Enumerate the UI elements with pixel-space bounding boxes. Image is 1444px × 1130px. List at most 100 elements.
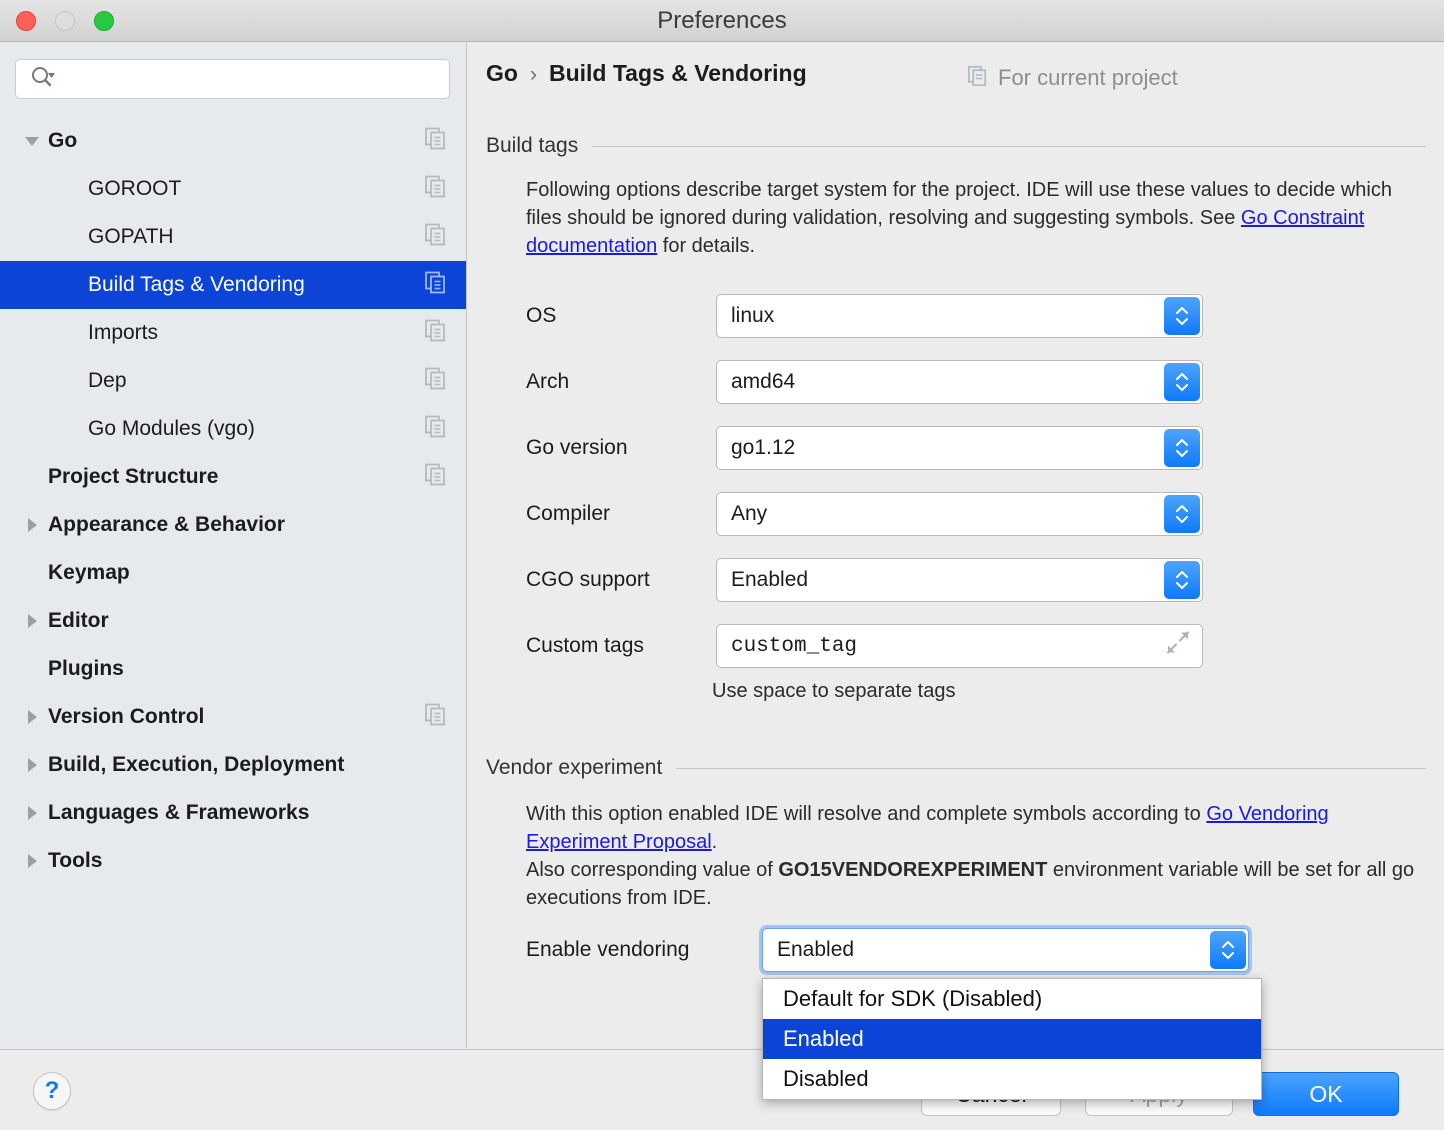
go-version-label: Go version bbox=[526, 436, 716, 460]
sidebar-item-label: Go bbox=[48, 129, 77, 153]
sidebar-item-version-control[interactable]: Version Control bbox=[0, 693, 467, 741]
field-row-os: OS linux bbox=[526, 294, 1203, 338]
enable-vendoring-dropdown-menu[interactable]: Default for SDK (Disabled)EnabledDisable… bbox=[762, 978, 1262, 1100]
field-row-custom-tags: Custom tags custom_tag bbox=[526, 624, 1203, 668]
copy-settings-icon[interactable] bbox=[425, 415, 447, 444]
sidebar-item-build-tags-vendoring[interactable]: Build Tags & Vendoring bbox=[0, 261, 467, 309]
expand-icon[interactable] bbox=[1166, 631, 1190, 662]
ok-button[interactable]: OK bbox=[1253, 1072, 1399, 1116]
compiler-value: Any bbox=[731, 502, 767, 526]
sidebar-item-label: Plugins bbox=[48, 657, 124, 681]
chevron-right-icon[interactable] bbox=[22, 853, 42, 869]
group-divider bbox=[592, 146, 1426, 147]
help-button[interactable]: ? bbox=[33, 1072, 71, 1110]
copy-settings-icon[interactable] bbox=[425, 175, 447, 204]
chevron-down-icon[interactable] bbox=[22, 134, 42, 148]
sidebar-item-gopath[interactable]: GOPATH bbox=[0, 213, 467, 261]
arch-label: Arch bbox=[526, 370, 716, 394]
settings-sidebar: Go GOROOT GOPATH Build Tags & Vendoring Impo… bbox=[0, 42, 467, 1048]
sidebar-item-editor[interactable]: Editor bbox=[0, 597, 467, 645]
build-tags-group-header: Build tags bbox=[486, 134, 1426, 158]
enable-vendoring-combobox[interactable]: Enabled bbox=[762, 928, 1249, 972]
sidebar-item-label: Editor bbox=[48, 609, 109, 633]
sidebar-item-go[interactable]: Go bbox=[0, 117, 467, 165]
preferences-window: Preferences GoGOROOTGOPATHBuild Tags & V… bbox=[0, 0, 1444, 1130]
chevron-right-icon[interactable] bbox=[22, 613, 42, 629]
sidebar-item-dep[interactable]: Dep bbox=[0, 357, 467, 405]
compiler-stepper-icon[interactable] bbox=[1164, 495, 1200, 533]
compiler-label: Compiler bbox=[526, 502, 716, 526]
scope-indicator: For current project bbox=[968, 64, 1178, 92]
field-row-arch: Arch amd64 bbox=[526, 360, 1203, 404]
sidebar-item-go-modules-vgo[interactable]: Go Modules (vgo) bbox=[0, 405, 467, 453]
copy-settings-icon[interactable] bbox=[425, 367, 447, 396]
group-divider-2 bbox=[676, 768, 1426, 769]
breadcrumb-root[interactable]: Go bbox=[486, 60, 518, 87]
sidebar-item-label: Go Modules (vgo) bbox=[88, 417, 255, 441]
sidebar-item-goroot[interactable]: GOROOT bbox=[0, 165, 467, 213]
cgo-support-stepper-icon[interactable] bbox=[1164, 561, 1200, 599]
search-icon bbox=[30, 66, 56, 93]
copy-settings-icon[interactable] bbox=[425, 703, 447, 732]
os-combobox[interactable]: linux bbox=[716, 294, 1203, 338]
sidebar-item-label: Appearance & Behavior bbox=[48, 513, 285, 537]
copy-settings-icon[interactable] bbox=[425, 463, 447, 492]
description-text-2: for details. bbox=[657, 235, 755, 257]
search-box[interactable] bbox=[15, 59, 450, 99]
sidebar-item-imports[interactable]: Imports bbox=[0, 309, 467, 357]
vendor-env-var-name: GO15VENDOREXPERIMENT bbox=[778, 859, 1047, 881]
sidebar-item-languages-frameworks[interactable]: Languages & Frameworks bbox=[0, 789, 467, 837]
copy-settings-icon[interactable] bbox=[425, 271, 447, 300]
sidebar-item-build-execution-deployment[interactable]: Build, Execution, Deployment bbox=[0, 741, 467, 789]
cgo-support-label: CGO support bbox=[526, 568, 716, 592]
vendor-experiment-group-header: Vendor experiment bbox=[486, 756, 1426, 780]
project-scope-icon bbox=[968, 64, 988, 92]
breadcrumb-leaf: Build Tags & Vendoring bbox=[549, 60, 807, 87]
compiler-combobox[interactable]: Any bbox=[716, 492, 1203, 536]
dropdown-option[interactable]: Default for SDK (Disabled) bbox=[763, 979, 1261, 1019]
field-row-cgo-support: CGO support Enabled bbox=[526, 558, 1203, 602]
sidebar-item-label: Keymap bbox=[48, 561, 130, 585]
os-label: OS bbox=[526, 304, 716, 328]
sidebar-item-appearance-behavior[interactable]: Appearance & Behavior bbox=[0, 501, 467, 549]
build-tags-group-title: Build tags bbox=[486, 134, 578, 158]
sidebar-item-label: Dep bbox=[88, 369, 127, 393]
sidebar-item-label: GOROOT bbox=[88, 177, 181, 201]
enable-vendoring-stepper-icon[interactable] bbox=[1210, 931, 1246, 969]
custom-tags-input[interactable]: custom_tag bbox=[716, 624, 1203, 668]
sidebar-item-tools[interactable]: Tools bbox=[0, 837, 467, 885]
chevron-right-icon[interactable] bbox=[22, 517, 42, 533]
copy-settings-icon[interactable] bbox=[425, 223, 447, 252]
custom-tags-label: Custom tags bbox=[526, 634, 716, 658]
sidebar-item-project-structure[interactable]: Project Structure bbox=[0, 453, 467, 501]
arch-stepper-icon[interactable] bbox=[1164, 363, 1200, 401]
sidebar-item-label: Project Structure bbox=[48, 465, 218, 489]
cgo-support-combobox[interactable]: Enabled bbox=[716, 558, 1203, 602]
search-input[interactable] bbox=[62, 69, 432, 89]
dropdown-option[interactable]: Disabled bbox=[763, 1059, 1261, 1099]
sidebar-item-label: Tools bbox=[48, 849, 102, 873]
field-row-go-version: Go version go1.12 bbox=[526, 426, 1203, 470]
vendor-desc-c: Also corresponding value of bbox=[526, 859, 778, 881]
enable-vendoring-label: Enable vendoring bbox=[526, 938, 762, 962]
go-version-combobox[interactable]: go1.12 bbox=[716, 426, 1203, 470]
sidebar-item-label: Build Tags & Vendoring bbox=[88, 273, 305, 297]
chevron-right-icon[interactable] bbox=[22, 757, 42, 773]
scope-label: For current project bbox=[998, 65, 1178, 91]
chevron-right-icon[interactable] bbox=[22, 709, 42, 725]
vendor-experiment-group-title: Vendor experiment bbox=[486, 756, 662, 780]
vendor-desc-b: . bbox=[712, 831, 718, 853]
arch-combobox[interactable]: amd64 bbox=[716, 360, 1203, 404]
copy-settings-icon[interactable] bbox=[425, 319, 447, 348]
dropdown-option[interactable]: Enabled bbox=[763, 1019, 1261, 1059]
sidebar-item-label: Languages & Frameworks bbox=[48, 801, 309, 825]
copy-settings-icon[interactable] bbox=[425, 127, 447, 156]
sidebar-item-plugins[interactable]: Plugins bbox=[0, 645, 467, 693]
breadcrumb-separator-icon: › bbox=[530, 63, 537, 87]
settings-tree: Go GOROOT GOPATH Build Tags & Vendoring Impo… bbox=[0, 117, 467, 885]
chevron-right-icon[interactable] bbox=[22, 805, 42, 821]
vendor-experiment-description: With this option enabled IDE will resolv… bbox=[526, 800, 1416, 912]
os-stepper-icon[interactable] bbox=[1164, 297, 1200, 335]
go-version-stepper-icon[interactable] bbox=[1164, 429, 1200, 467]
sidebar-item-keymap[interactable]: Keymap bbox=[0, 549, 467, 597]
